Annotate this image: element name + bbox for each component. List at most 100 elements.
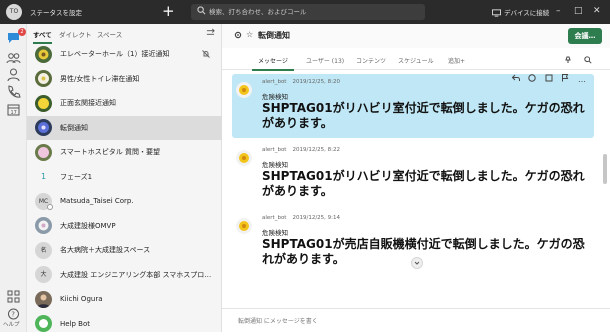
list-item[interactable]: 1 フェーズ1 [27, 165, 222, 190]
space-avatar [35, 46, 52, 63]
list-item[interactable]: 転倒通知 [27, 116, 222, 141]
maximize-button[interactable]: □ [574, 5, 583, 17]
bot-avatar [236, 150, 252, 166]
space-avatar [35, 95, 52, 112]
user-name: Help Bot [60, 320, 90, 328]
list-item[interactable]: Help Bot [27, 312, 222, 336]
list-item[interactable]: 正面玄関接近通知 [27, 91, 222, 116]
message-input[interactable] [238, 315, 598, 327]
message-item[interactable]: alert_bot2019/12/25, 8:22 危険検知 SHPTAG01が… [232, 142, 594, 206]
space-name: 正面玄関接近通知 [60, 98, 116, 108]
reaction-icon[interactable] [528, 74, 536, 82]
search-icon [197, 6, 206, 15]
teams-icon[interactable] [6, 50, 21, 65]
tab-users[interactable]: ユーザー (13) [306, 56, 344, 65]
space-name: フェーズ1 [60, 172, 92, 182]
space-list: エレベーターホール（1）接近通知 男性/女性トイレ滞在通知 正面玄関接近通知 転… [27, 42, 222, 336]
channel-tabs: メッセージ ユーザー (13) コンテンツ スケジュール 追加+ [222, 52, 610, 70]
list-item[interactable]: 名 名大病院＋大成建設スペース [27, 238, 222, 263]
close-button[interactable]: ✕ [593, 5, 601, 17]
tab-schedule[interactable]: スケジュール [398, 56, 434, 65]
message-body: SHPTAG01が売店自販機横付近で転倒しました。ケガの恐れがあります。 [262, 237, 588, 267]
tab-spaces[interactable]: スペース [97, 29, 122, 39]
contacts-icon[interactable] [6, 67, 21, 82]
tab-all[interactable]: すべて [33, 29, 52, 39]
bot-avatar [35, 315, 52, 332]
gear-icon[interactable] [234, 31, 242, 39]
tab-direct[interactable]: ダイレクト [59, 29, 92, 39]
minimize-button[interactable]: – [556, 5, 561, 17]
space-name: スマートホスピタル 質問・要望 [60, 147, 160, 157]
presence-indicator [47, 204, 53, 210]
tab-content[interactable]: コンテンツ [356, 56, 386, 65]
message-time: 2019/12/25, 8:20 [292, 79, 340, 85]
list-item[interactable]: 男性/女性トイレ滞在通知 [27, 67, 222, 92]
status-avatar[interactable]: TO [6, 4, 22, 20]
message-body: SHPTAG01がリハビリ室付近で転倒しました。ケガの恐れがあります。 [262, 101, 588, 131]
search-bar[interactable] [191, 4, 425, 20]
more-icon[interactable]: … [578, 75, 586, 84]
help-label: ヘルプ [3, 320, 20, 328]
title-bar: TO ステータスを設定 + デバイスに接続 – □ ✕ [0, 0, 610, 24]
space-avatar [35, 144, 52, 161]
message-time: 2019/12/25, 9:14 [292, 215, 340, 221]
message-meta: alert_bot2019/12/25, 9:14 [262, 215, 340, 221]
space-avatar: 大 [35, 266, 52, 283]
scrollbar-thumb[interactable] [603, 154, 607, 184]
quote-icon[interactable] [545, 74, 553, 82]
list-item[interactable]: 大成建設様OMVP [27, 214, 222, 239]
space-name: 大成建設 エンジニアリング本部 スマホスプロジェクト… [60, 270, 215, 280]
message-subject: 危険検知 [262, 227, 288, 237]
connect-device-button[interactable]: デバイスに接続 [492, 7, 549, 17]
list-item[interactable]: エレベーターホール（1）接近通知 [27, 42, 222, 67]
user-avatar [35, 291, 52, 308]
device-icon [492, 9, 501, 17]
message-actions: … [512, 74, 586, 84]
channel-header: ☆ 転倒通知 会議… [222, 24, 610, 48]
message-item[interactable]: … alert_bot2019/12/25, 8:20 危険検知 SHPTAG0… [232, 74, 594, 138]
calls-icon[interactable] [6, 84, 21, 99]
notification-badge: 2 [18, 28, 26, 36]
messaging-icon[interactable]: 2 [6, 30, 21, 45]
calendar-icon[interactable]: 17 [6, 102, 21, 117]
svg-text:17: 17 [11, 110, 17, 116]
pin-icon[interactable] [564, 56, 572, 64]
search-icon[interactable] [584, 56, 592, 64]
space-name: Matsuda_Taisei Corp. [60, 197, 134, 205]
star-icon[interactable]: ☆ [246, 30, 253, 39]
space-filter-tabs: すべて ダイレクト スペース [27, 24, 221, 42]
space-avatar [35, 119, 52, 136]
space-name: 名大病院＋大成建設スペース [60, 245, 150, 255]
tab-messages[interactable]: メッセージ [258, 56, 288, 65]
tab-add[interactable]: 追加+ [448, 56, 465, 65]
space-avatar [35, 217, 52, 234]
space-name: 大成建設様OMVP [60, 221, 116, 231]
filter-icon[interactable] [206, 28, 215, 37]
reply-icon[interactable] [512, 74, 520, 82]
message-subject: 危険検知 [262, 159, 288, 169]
user-name: Kiichi Ogura [60, 295, 103, 303]
connect-device-label: デバイスに接続 [504, 9, 549, 17]
message-body: SHPTAG01がリハビリ室付近で転倒しました。ケガの恐れがあります。 [262, 169, 588, 199]
list-item[interactable]: 大 大成建設 エンジニアリング本部 スマホスプロジェクト… [27, 263, 222, 288]
message-feed: … alert_bot2019/12/25, 8:20 危険検知 SHPTAG0… [222, 74, 610, 306]
list-item[interactable]: Kiichi Ogura [27, 287, 222, 312]
new-plus-icon[interactable]: + [162, 2, 175, 20]
message-composer[interactable] [222, 308, 610, 332]
bot-avatar [236, 82, 252, 98]
search-input[interactable] [209, 4, 419, 20]
flag-icon[interactable] [561, 74, 569, 82]
list-item[interactable]: スマートホスピタル 質問・要望 [27, 140, 222, 165]
space-name: エレベーターホール（1）接近通知 [60, 49, 169, 59]
set-status-link[interactable]: ステータスを設定 [30, 7, 82, 17]
space-avatar: 名 [35, 242, 52, 259]
message-meta: alert_bot2019/12/25, 8:20 [262, 79, 340, 85]
chevron-down-icon [412, 258, 422, 268]
svg-text:?: ? [11, 311, 15, 319]
meet-button[interactable]: 会議… [568, 28, 602, 44]
list-item[interactable]: MC Matsuda_Taisei Corp. [27, 189, 222, 214]
space-name: 転倒通知 [60, 123, 88, 133]
space-list-panel: すべて ダイレクト スペース エレベーターホール（1）接近通知 男性/女性トイレ… [27, 24, 222, 332]
apps-icon[interactable] [6, 289, 21, 304]
scroll-to-bottom-button[interactable] [411, 257, 423, 269]
